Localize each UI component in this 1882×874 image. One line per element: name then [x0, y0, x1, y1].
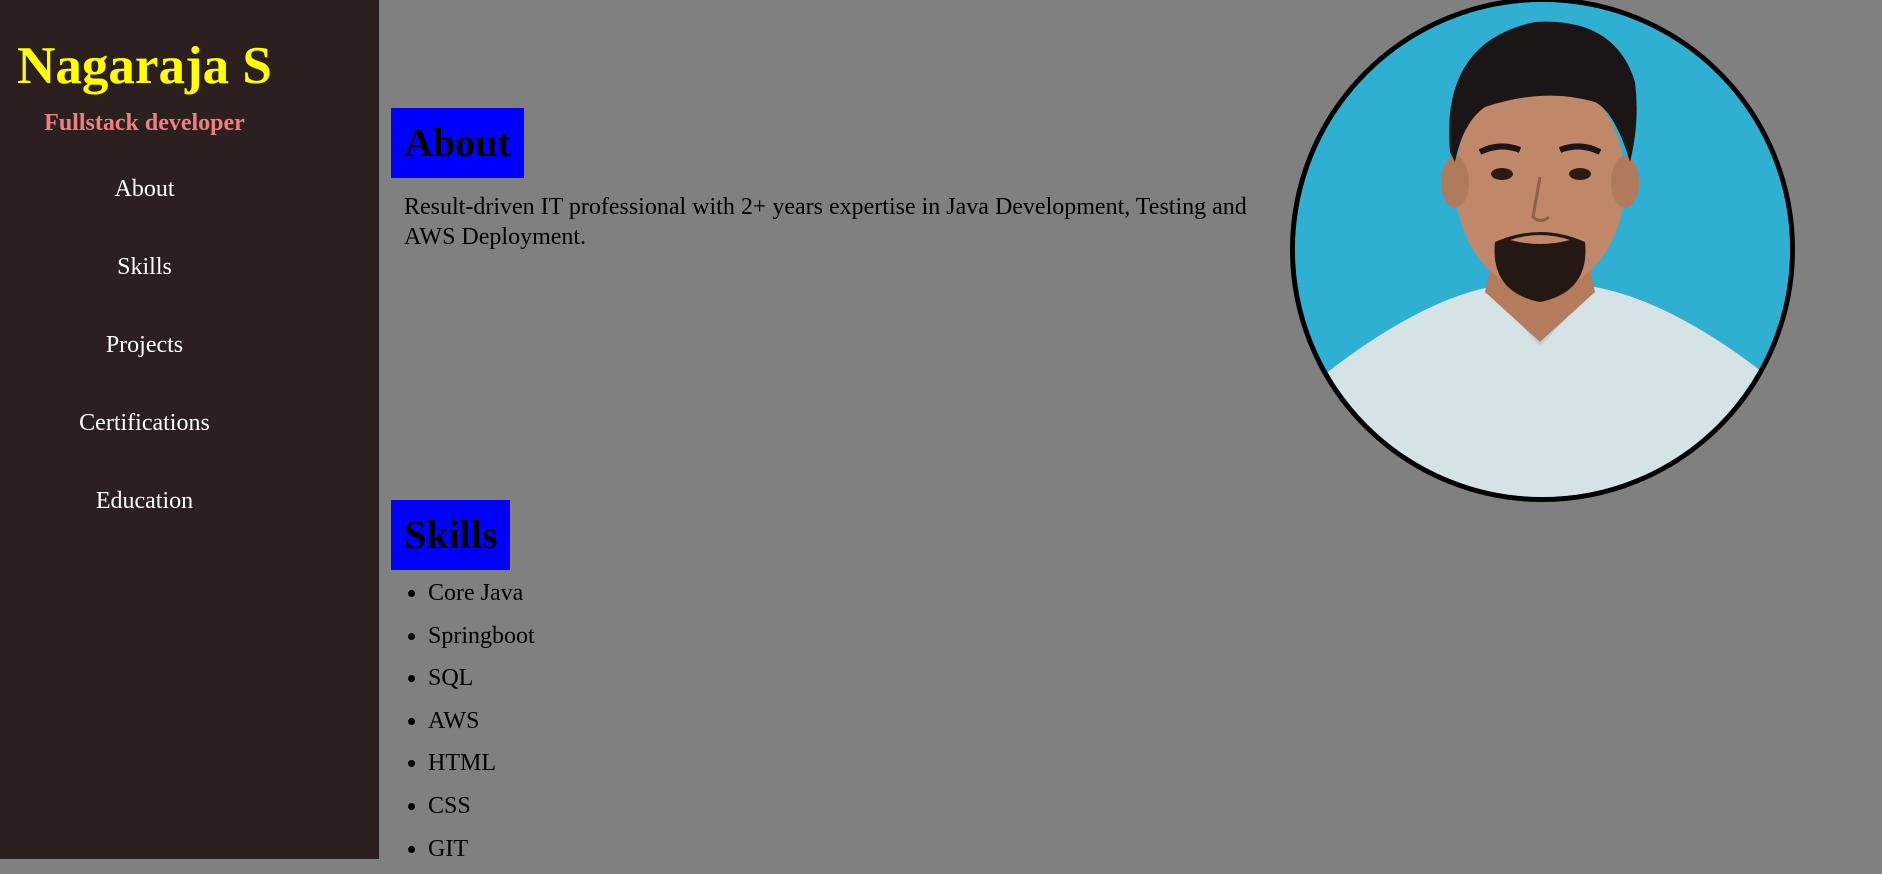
- about-heading: About: [391, 108, 524, 178]
- nav-link-about[interactable]: About: [0, 174, 289, 204]
- profile-name: Nagaraja S: [17, 37, 272, 95]
- nav-link-projects[interactable]: Projects: [0, 330, 289, 360]
- skill-item: HTML: [428, 746, 535, 789]
- skill-item: GIT: [428, 832, 535, 874]
- skill-item: SQL: [428, 661, 535, 704]
- skill-item: Springboot: [428, 619, 535, 662]
- nav-link-education[interactable]: Education: [0, 486, 289, 516]
- skill-item: CSS: [428, 789, 535, 832]
- profile-role: Fullstack developer: [44, 110, 245, 136]
- nav-link-certifications[interactable]: Certifications: [0, 408, 289, 438]
- nav-link-skills[interactable]: Skills: [0, 252, 289, 282]
- sidebar: Nagaraja S Fullstack developer About Ski…: [0, 0, 379, 859]
- skills-list: Core Java Springboot SQL AWS HTML CSS GI…: [404, 576, 535, 874]
- skills-heading: Skills: [391, 500, 511, 570]
- skill-item: Core Java: [428, 576, 535, 619]
- profile-photo: [1290, 0, 1795, 502]
- profile-photo-illustration: [1295, 2, 1790, 497]
- skill-item: AWS: [428, 704, 535, 747]
- about-text: Result-driven IT professional with 2+ ye…: [404, 194, 1247, 250]
